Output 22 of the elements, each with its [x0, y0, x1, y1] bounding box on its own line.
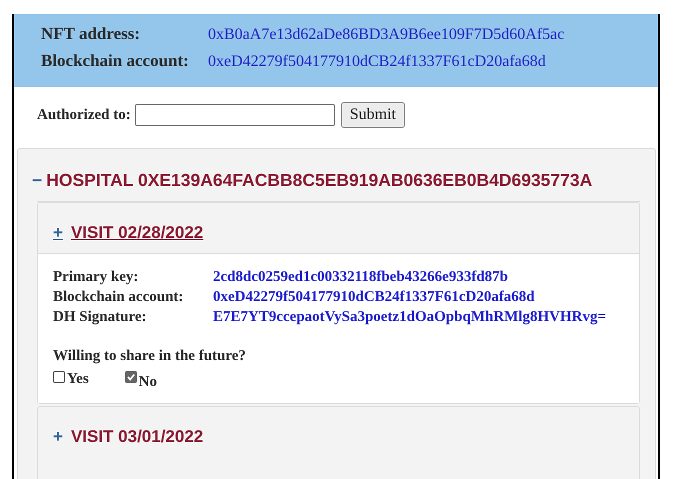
- checkbox[interactable]: [124, 371, 137, 383]
- detail-label: DH Signature:: [53, 309, 148, 326]
- option-label: Yes: [67, 371, 89, 388]
- submit-button[interactable]: Submit: [340, 102, 405, 128]
- option-label: No: [138, 374, 158, 391]
- field-label: Blockchain account:: [41, 51, 190, 71]
- detail-value: 2cd8dc0259ed1c00332118fbeb43266e933fd87b: [213, 269, 510, 286]
- hospital-title[interactable]: HOSPITAL 0XE139A64FACBB8C5EB919AB0636EB0B4D6935773A: [46, 170, 592, 191]
- visit-header[interactable]: + VISIT 03/01/2022: [38, 407, 639, 457]
- input-field[interactable]: [134, 104, 335, 126]
- checkbox[interactable]: [53, 371, 65, 383]
- field-label: NFT address:: [41, 24, 142, 44]
- detail-value: 0xeD42279f504177910dCB24f1337F61cD20afa68d: [213, 289, 536, 306]
- detail-value: E7E7YT9ccepaotVySa3poetz1dOaOpbqMhRMlg8HVHRvg=: [213, 309, 608, 326]
- field-value: 0xeD42279f504177910dCB24f1337F61cD20afa68d: [208, 53, 546, 71]
- visit-header[interactable]: + VISIT 02/28/2022: [38, 203, 639, 253]
- detail-label: Primary key:: [53, 269, 140, 286]
- detail-label: Blockchain account:: [53, 289, 184, 306]
- field-label: Authorized to:: [37, 106, 131, 124]
- question-text: Willing to share in the future?: [53, 348, 247, 365]
- toggle-icon[interactable]: −: [32, 170, 42, 191]
- field-value: 0xB0aA7e13d62aDe86BD3A9B6ee109F7D5d60Af5ac: [208, 26, 564, 44]
